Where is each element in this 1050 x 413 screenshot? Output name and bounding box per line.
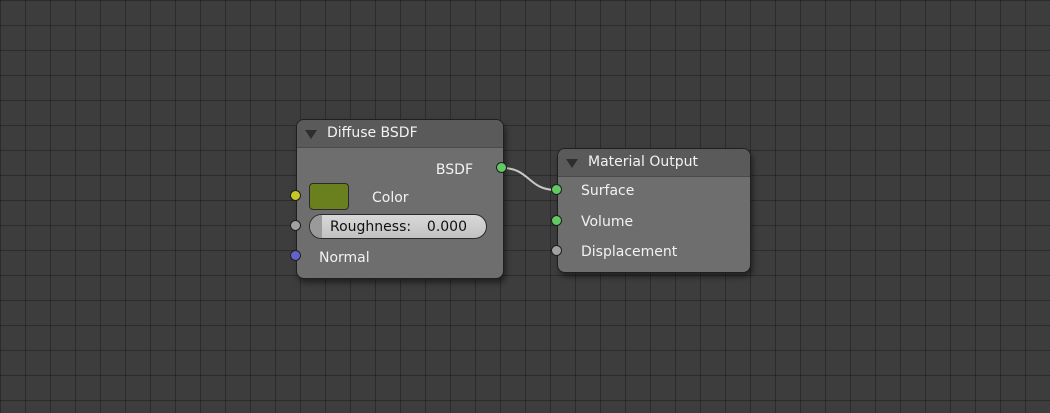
triangle-down-icon[interactable]	[566, 159, 578, 168]
socket-normal-input[interactable]	[290, 250, 301, 261]
slider-decrement-area[interactable]	[310, 215, 322, 238]
node-editor-canvas[interactable]: Diffuse BSDF BSDF Color Roughness: 0.000…	[0, 0, 1050, 413]
roughness-slider-value: 0.000	[426, 219, 467, 235]
socket-roughness-input[interactable]	[290, 220, 301, 231]
socket-color-input[interactable]	[290, 190, 301, 201]
socket-volume-input[interactable]	[551, 215, 562, 226]
node-title: Diffuse BSDF	[327, 125, 418, 141]
color-swatch[interactable]	[309, 183, 349, 210]
input-label-normal: Normal	[319, 250, 370, 266]
node-title: Material Output	[588, 154, 698, 170]
roughness-slider[interactable]: Roughness: 0.000	[309, 214, 487, 239]
diffuse-bsdf-node-header[interactable]: Diffuse BSDF	[297, 120, 503, 148]
roughness-slider-label: Roughness:	[330, 219, 412, 235]
material-output-node[interactable]: Material Output Surface Volume Displacem…	[557, 148, 751, 273]
input-label-color: Color	[372, 190, 409, 206]
input-label-surface: Surface	[581, 183, 635, 199]
node-links-layer	[501, 167, 557, 191]
diffuse-bsdf-node[interactable]: Diffuse BSDF BSDF Color Roughness: 0.000…	[296, 119, 504, 279]
input-label-displacement: Displacement	[581, 244, 678, 260]
output-label-bsdf: BSDF	[435, 162, 473, 178]
socket-displacement-input[interactable]	[551, 245, 562, 256]
material-output-node-header[interactable]: Material Output	[558, 149, 750, 177]
socket-surface-input[interactable]	[551, 184, 562, 195]
socket-bsdf-output[interactable]	[496, 162, 507, 173]
input-label-volume: Volume	[581, 214, 634, 230]
triangle-down-icon[interactable]	[305, 130, 317, 139]
link-bsdf-to-surface[interactable]	[501, 167, 557, 191]
